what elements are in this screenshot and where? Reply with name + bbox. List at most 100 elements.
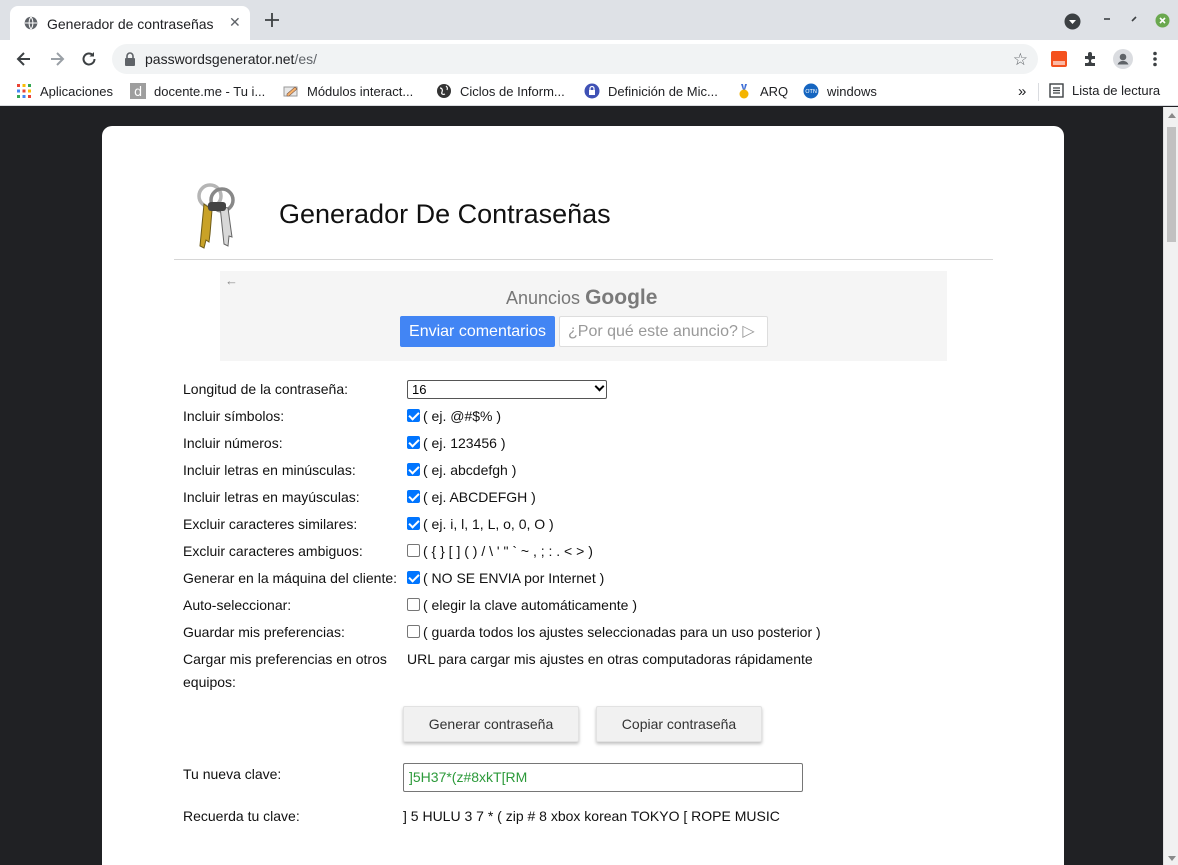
vertical-scrollbar[interactable]	[1163, 107, 1178, 865]
reading-list-icon	[1049, 83, 1064, 98]
option-label: Incluir letras en minúsculas:	[183, 462, 356, 478]
lock-badge-icon	[584, 83, 600, 99]
send-feedback-button[interactable]: Enviar comentarios	[400, 316, 555, 347]
address-bar[interactable]: passwordsgenerator.net/es/ ☆	[112, 44, 1038, 74]
option-description: ( ej. ABCDEFGH )	[423, 489, 536, 505]
length-label: Longitud de la contraseña:	[183, 381, 349, 397]
ad-banner: ← Anuncios Google Enviar comentarios ¿Po…	[220, 271, 947, 361]
tab-close-icon[interactable]: ✕	[229, 14, 241, 31]
scroll-down-arrow-icon[interactable]	[1168, 856, 1176, 861]
bookmark-definicion[interactable]: Definición de Mic...	[584, 83, 718, 99]
option-description: ( ej. i, l, 1, L, o, 0, O )	[423, 516, 554, 532]
option-description: ( { } [ ] ( ) / \ ' " ` ~ , ; : . < > )	[423, 543, 593, 559]
load-prefs-label-line2: equipos:	[183, 674, 236, 690]
option-value: ( { } [ ] ( ) / \ ' " ` ~ , ; : . < > )	[407, 543, 593, 559]
tab-title: Generador de contraseñas	[47, 16, 214, 32]
tab-search-icon[interactable]	[1064, 13, 1081, 30]
reading-list-button[interactable]: Lista de lectura	[1049, 83, 1160, 98]
bookmark-arq[interactable]: ARQ	[736, 83, 788, 99]
bookmark-star-icon[interactable]: ☆	[1013, 50, 1028, 70]
option-label: Excluir caracteres ambiguos:	[183, 543, 363, 559]
ad-label-prefix: Anuncios	[506, 288, 581, 308]
length-select[interactable]: 16	[407, 380, 607, 399]
option-value: ( ej. ABCDEFGH )	[407, 489, 536, 505]
bookmark-label: windows	[827, 83, 877, 99]
option-checkbox[interactable]	[407, 624, 420, 638]
option-label: Auto-seleccionar:	[183, 597, 292, 613]
pencil-icon	[283, 86, 298, 97]
bookmark-windows[interactable]: OTN windows	[803, 83, 877, 99]
bookmarks-bar: Aplicaciones d docente.me - Tu i... Módu…	[0, 78, 1178, 106]
new-password-label: Tu nueva clave:	[183, 766, 282, 782]
load-prefs-label-line1: Cargar mis preferencias en otros	[183, 651, 387, 667]
chevron-down-icon	[594, 381, 605, 392]
reload-icon[interactable]	[79, 49, 99, 69]
url-host: passwordsgenerator.net	[145, 51, 295, 67]
load-prefs-desc: URL para cargar mis ajustes en otras com…	[407, 651, 813, 667]
length-select-value: 16	[412, 382, 427, 397]
option-label: Incluir números:	[183, 435, 283, 451]
bookmark-apps[interactable]: Aplicaciones	[16, 83, 113, 99]
tab-strip: Generador de contraseñas ✕	[0, 0, 1178, 40]
option-checkbox[interactable]	[407, 516, 420, 530]
why-this-ad-button[interactable]: ¿Por qué este anuncio? ▷	[559, 316, 768, 347]
option-checkbox[interactable]	[407, 435, 420, 449]
bookmark-label: Definición de Mic...	[608, 83, 718, 99]
bookmark-ciclos[interactable]: Ciclos de Inform...	[436, 83, 565, 99]
option-checkbox[interactable]	[407, 570, 420, 584]
generate-password-button[interactable]: Generar contraseña	[403, 706, 579, 742]
option-value: ( ej. abcdefgh )	[407, 462, 516, 478]
bookmark-label: Ciclos de Inform...	[460, 83, 565, 99]
remember-mnemonic: ] 5 HULU 3 7 * ( zip # 8 xbox korean TOK…	[403, 808, 780, 824]
extensions-puzzle-icon[interactable]	[1082, 50, 1100, 68]
ad-back-icon[interactable]: ←	[225, 273, 238, 288]
option-checkbox[interactable]	[407, 408, 420, 422]
lock-icon[interactable]	[124, 52, 136, 66]
content-card: Generador De Contraseñas ← Anuncios Goog…	[102, 126, 1064, 865]
option-checkbox[interactable]	[407, 462, 420, 476]
bookmarks-divider	[1038, 83, 1039, 101]
option-checkbox[interactable]	[407, 489, 420, 503]
ad-label: Anuncios Google	[506, 286, 657, 310]
copy-password-button[interactable]: Copiar contraseña	[596, 706, 762, 742]
bookmark-label: Aplicaciones	[40, 83, 113, 99]
bookmark-label: ARQ	[760, 83, 789, 99]
scroll-up-arrow-icon[interactable]	[1168, 113, 1176, 118]
svg-text:d: d	[134, 85, 142, 99]
menu-kebab-icon[interactable]	[1152, 51, 1158, 67]
option-label: Generar en la máquina del cliente:	[183, 570, 398, 586]
option-description: ( NO SE ENVIA por Internet )	[423, 570, 605, 586]
option-label: Excluir caracteres similares:	[183, 516, 358, 532]
svg-text:OTN: OTN	[805, 89, 817, 95]
scroll-thumb[interactable]	[1167, 127, 1176, 242]
option-checkbox[interactable]	[407, 543, 420, 557]
keys-logo-icon	[197, 183, 235, 249]
new-password-field[interactable]: ]5H37*(z#8xkT[RM	[403, 763, 803, 792]
new-tab-icon[interactable]	[263, 11, 281, 29]
remember-label: Recuerda tu clave:	[183, 808, 300, 824]
profile-avatar-icon[interactable]	[1113, 49, 1133, 69]
forward-icon[interactable]	[47, 49, 67, 69]
bookmark-modulos[interactable]: Módulos interact...	[283, 83, 413, 99]
option-value: ( NO SE ENVIA por Internet )	[407, 570, 604, 586]
option-value: ( guarda todos los ajustes seleccionadas…	[407, 624, 821, 640]
globe-icon	[24, 16, 38, 30]
globe-dark-icon	[437, 84, 451, 98]
more-bookmarks-icon[interactable]: »	[1018, 83, 1026, 100]
option-description: ( ej. @#$% )	[423, 408, 502, 424]
option-description: ( ej. 123456 )	[423, 435, 506, 451]
url-text: passwordsgenerator.net/es/	[145, 51, 317, 67]
option-value: ( elegir la clave automáticamente )	[407, 597, 637, 613]
option-checkbox[interactable]	[407, 597, 420, 611]
medal-icon	[739, 84, 749, 99]
reading-list-label: Lista de lectura	[1072, 83, 1161, 98]
page-title: Generador De Contraseñas	[279, 199, 611, 229]
minimize-icon[interactable]	[1101, 13, 1113, 25]
back-icon[interactable]	[14, 49, 34, 69]
extension-gps-icon[interactable]	[1050, 50, 1068, 68]
browser-tab[interactable]: Generador de contraseñas ✕	[10, 6, 250, 40]
option-value: ( ej. 123456 )	[407, 435, 506, 451]
close-window-icon[interactable]	[1155, 13, 1170, 28]
bookmark-docente[interactable]: d docente.me - Tu i...	[130, 83, 265, 99]
restore-icon[interactable]	[1128, 13, 1140, 25]
